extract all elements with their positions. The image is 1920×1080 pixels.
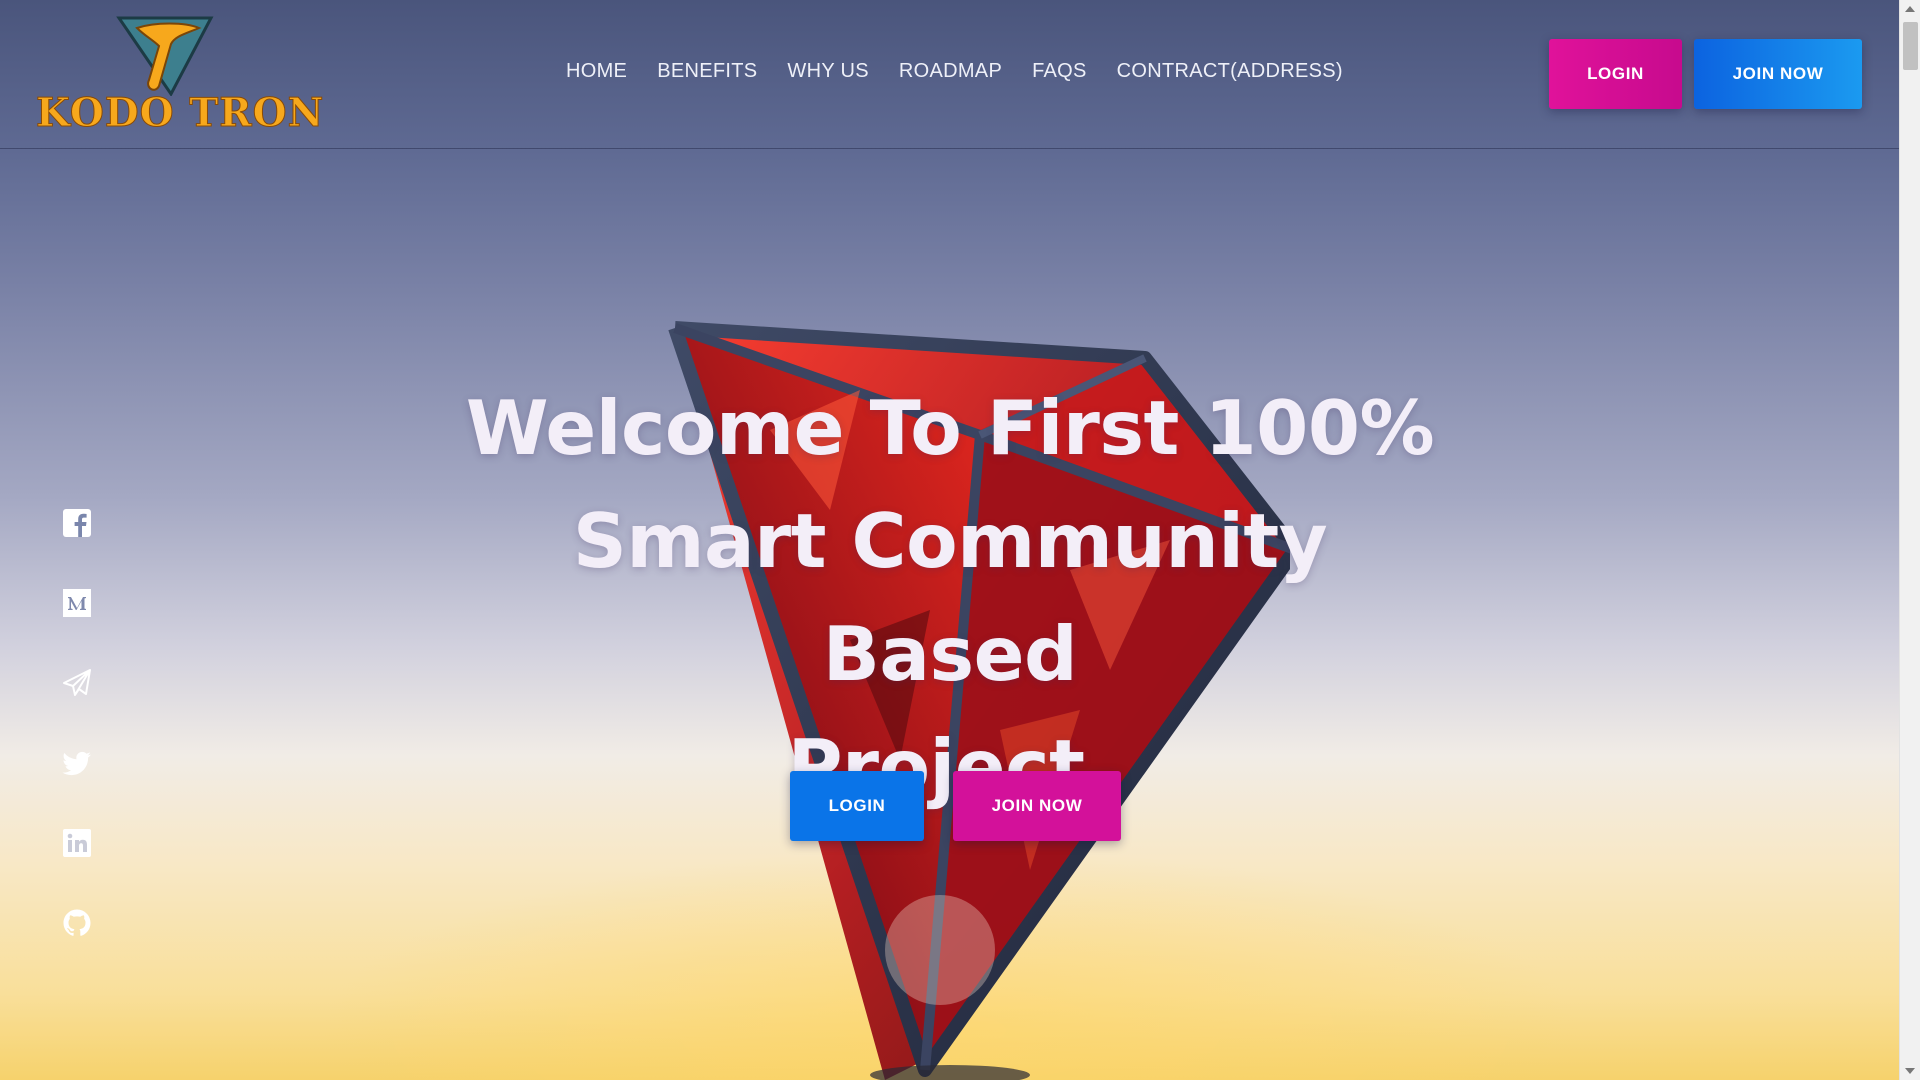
brand-logo[interactable]: KODO TRON: [35, 14, 324, 137]
nav-contract-address[interactable]: CONTRACT(ADDRESS): [1117, 60, 1343, 83]
hero-login-button[interactable]: LOGIN: [790, 771, 924, 841]
twitter-icon[interactable]: [62, 748, 92, 778]
hero-title-line-1: Welcome To First 100%: [465, 384, 1435, 472]
header-join-now-button[interactable]: JOIN NOW: [1694, 39, 1862, 109]
hero-join-now-button[interactable]: JOIN NOW: [953, 771, 1121, 841]
hero-title-line-3: Project.: [787, 723, 1113, 811]
medium-icon[interactable]: [62, 588, 92, 618]
scroll-up-arrow-icon[interactable]: [1905, 6, 1915, 12]
nav-why-us[interactable]: WHY US: [787, 60, 868, 83]
linkedin-icon[interactable]: [62, 828, 92, 858]
site-header: KODO TRON HOME BENEFITS WHY US ROADMAP F…: [0, 0, 1899, 149]
hero-section: KODO TRON HOME BENEFITS WHY US ROADMAP F…: [0, 0, 1899, 1080]
facebook-icon[interactable]: [62, 508, 92, 538]
scroll-down-arrow-icon[interactable]: [1905, 1068, 1915, 1074]
social-links: [62, 508, 92, 938]
main-nav: HOME BENEFITS WHY US ROADMAP FAQS CONTRA…: [566, 60, 1343, 83]
header-login-button[interactable]: LOGIN: [1549, 39, 1682, 109]
telegram-icon[interactable]: [62, 668, 92, 698]
nav-roadmap[interactable]: ROADMAP: [899, 60, 1002, 83]
logo-text: KODO TRON: [35, 90, 325, 137]
nav-faqs[interactable]: FAQS: [1032, 60, 1087, 83]
scroll-thumb[interactable]: [1903, 22, 1918, 70]
hero-title-line-2: Smart Community Based: [572, 497, 1328, 698]
nav-benefits[interactable]: BENEFITS: [657, 60, 757, 83]
page-scrollbar[interactable]: [1899, 0, 1920, 1080]
logo-emblem-icon: [116, 16, 214, 96]
hero-title: Welcome To First 100% Smart Community Ba…: [460, 372, 1440, 824]
github-icon[interactable]: [62, 908, 92, 938]
nav-home[interactable]: HOME: [566, 60, 627, 83]
